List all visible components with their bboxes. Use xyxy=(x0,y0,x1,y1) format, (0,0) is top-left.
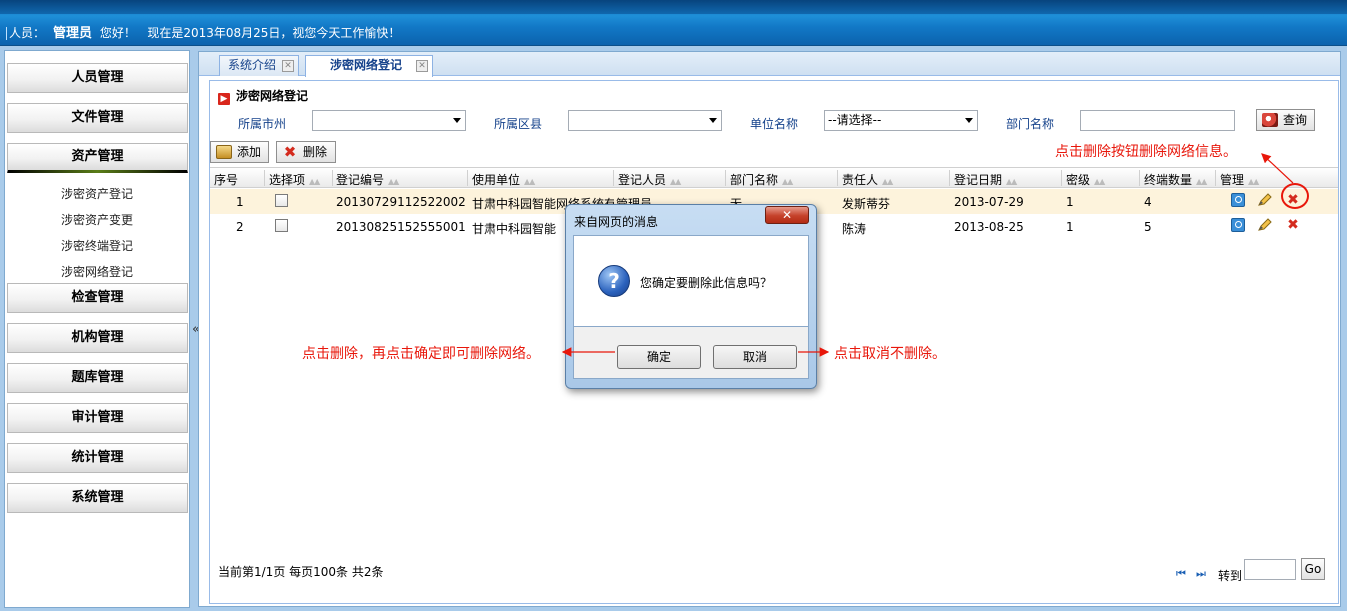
annotation-arrows xyxy=(561,153,1294,357)
arrow-to-delete-hint xyxy=(1261,153,1294,184)
